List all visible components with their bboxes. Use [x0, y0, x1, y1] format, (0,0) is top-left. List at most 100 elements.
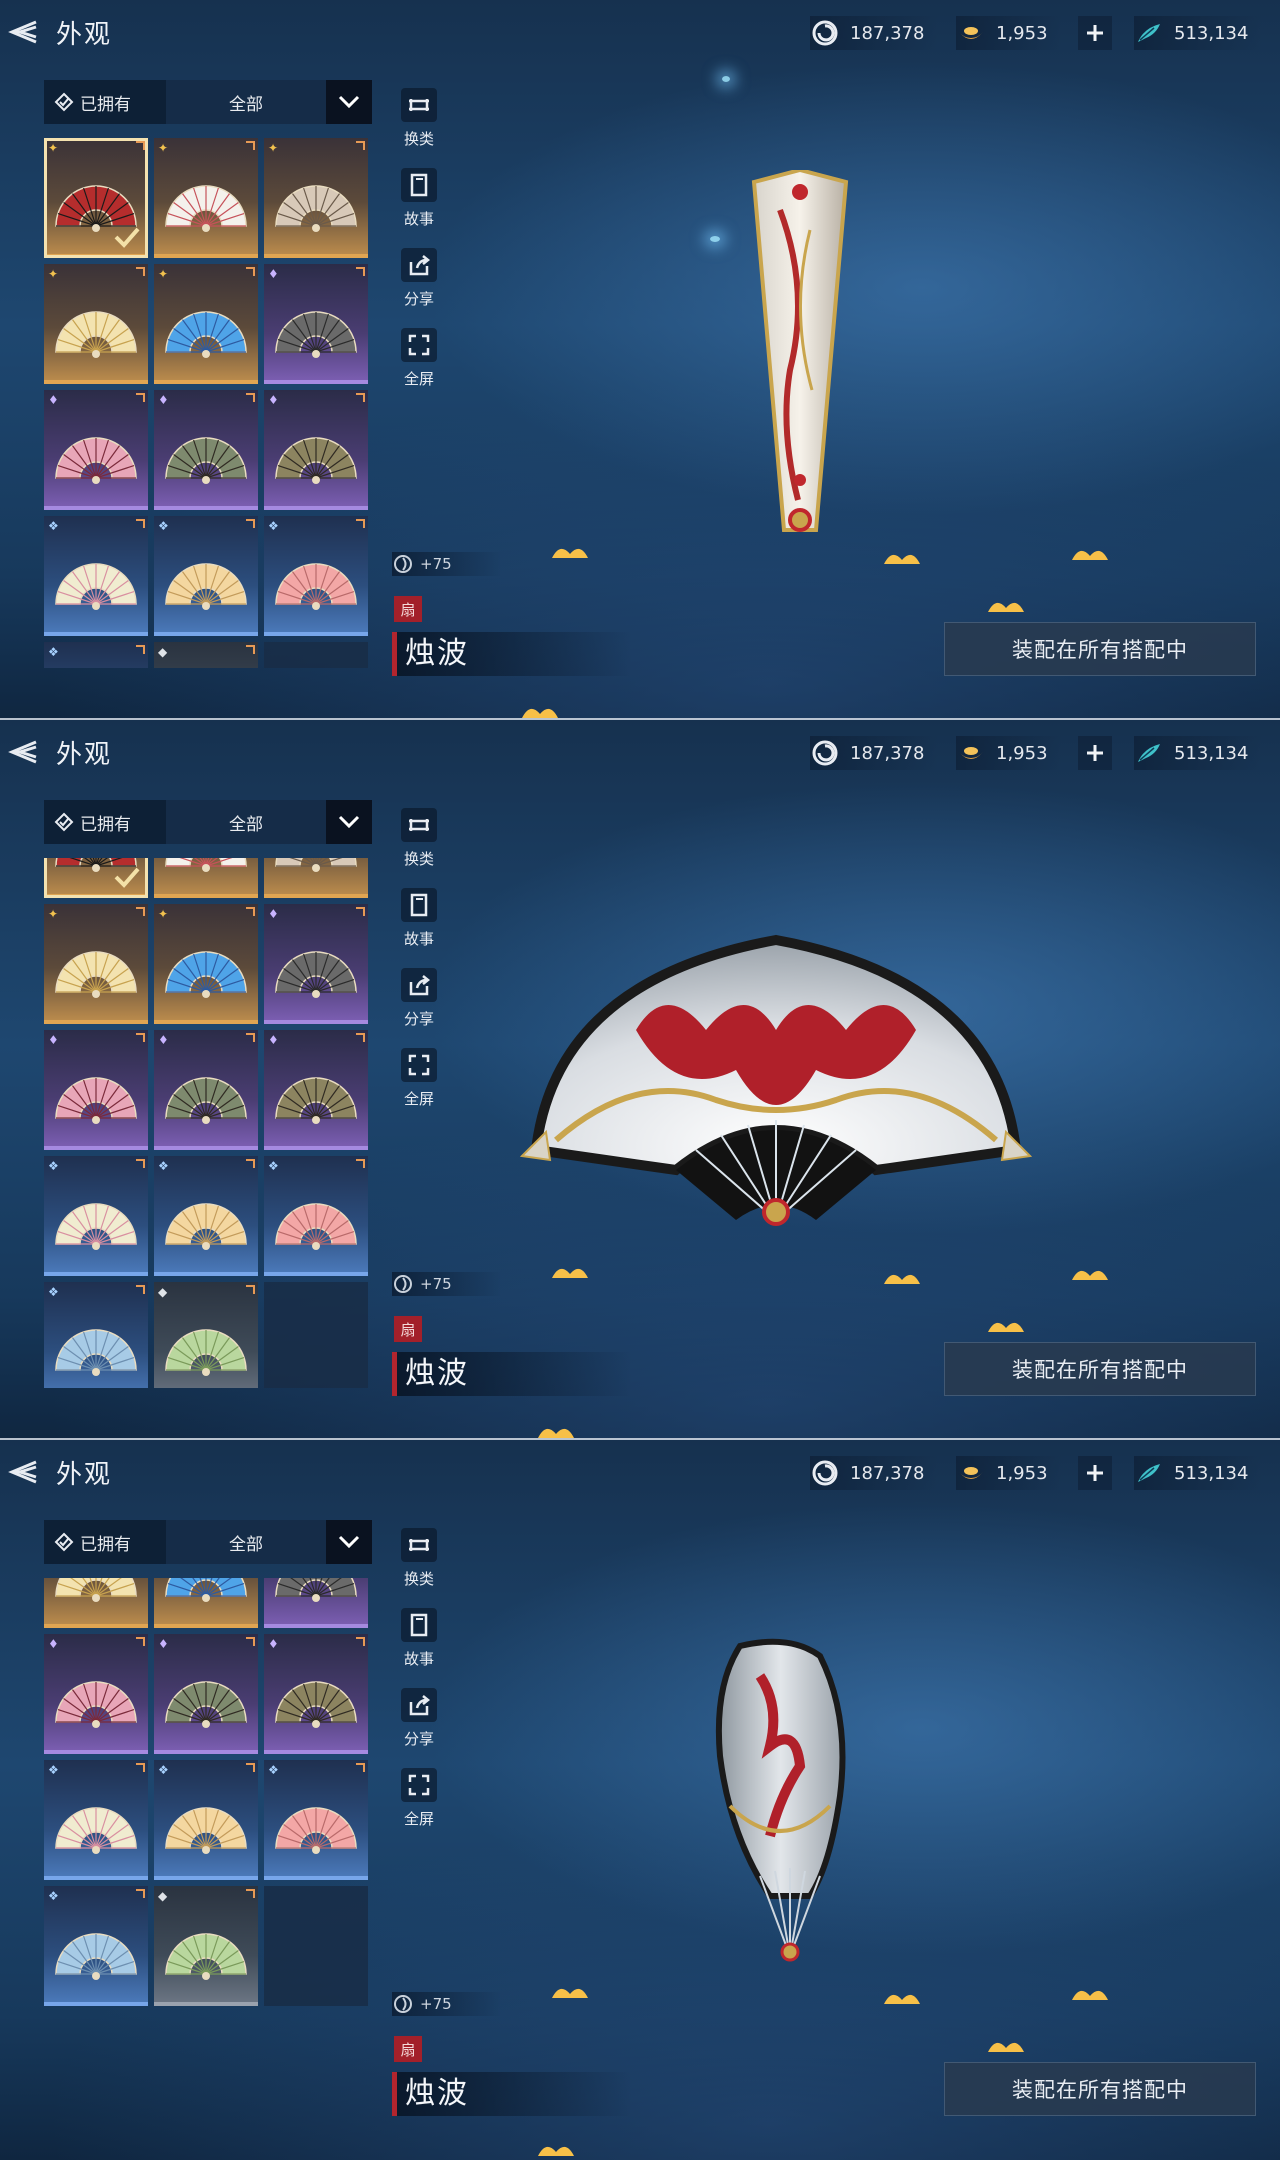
- fan-skin-tile[interactable]: ✦: [264, 858, 368, 898]
- fan-skin-tile[interactable]: ◆: [154, 1886, 258, 2006]
- fan-skin-tile[interactable]: ✦: [44, 264, 148, 384]
- fan-skin-tile[interactable]: ❖: [44, 1760, 148, 1880]
- story-book-icon: [401, 888, 437, 922]
- filter-bar: 已拥有 全部: [44, 800, 372, 844]
- rarity-star-icon: ♦: [268, 267, 279, 281]
- folding-fan-icon: [55, 1203, 137, 1250]
- fan-skin-tile[interactable]: ♦: [264, 390, 368, 510]
- fan-skin-tile[interactable]: ❖: [44, 1156, 148, 1276]
- light-orb: [722, 76, 730, 82]
- tool-swap-category[interactable]: 换类: [392, 88, 446, 149]
- corner-marker: [356, 141, 365, 150]
- lotus-light-icon: [988, 1322, 1024, 1332]
- fan-skin-tile[interactable]: ❖: [264, 516, 368, 636]
- back-arrow-icon[interactable]: [6, 734, 42, 770]
- corner-marker: [246, 267, 255, 276]
- fan-skin-tile[interactable]: ✦: [154, 264, 258, 384]
- fan-skin-tile[interactable]: ✦: [154, 858, 258, 898]
- fan-skin-tile[interactable]: ❖: [154, 1760, 258, 1880]
- fan-skin-tile[interactable]: ❖: [44, 516, 148, 636]
- lotus-light-icon: [538, 1428, 574, 1438]
- fan-skin-tile[interactable]: ❖: [154, 1156, 258, 1276]
- owned-filter-button[interactable]: 已拥有: [44, 1520, 166, 1564]
- fan-skin-tile[interactable]: ♦: [154, 1030, 258, 1150]
- rarity-star-icon: ✦: [48, 141, 59, 155]
- fan-skin-tile[interactable]: ♦: [44, 1030, 148, 1150]
- folding-fan-icon: [55, 1807, 137, 1854]
- filter-bar: 已拥有 全部: [44, 1520, 372, 1564]
- category-dropdown-button[interactable]: [326, 800, 372, 844]
- category-dropdown-button[interactable]: [326, 80, 372, 124]
- category-select[interactable]: 全部: [166, 1520, 326, 1564]
- tool-share[interactable]: 分享: [392, 968, 446, 1029]
- back-arrow-icon[interactable]: [6, 14, 42, 50]
- fan-skin-tile[interactable]: ✦: [44, 138, 148, 258]
- fan-skin-tile[interactable]: ❖: [264, 1760, 368, 1880]
- category-select[interactable]: 全部: [166, 800, 326, 844]
- fan-skin-tile[interactable]: ✦: [44, 858, 148, 898]
- fan-skin-tile[interactable]: ✦: [154, 1578, 258, 1628]
- tool-story[interactable]: 故事: [392, 1608, 446, 1669]
- corner-marker: [136, 141, 145, 150]
- fan-skin-tile[interactable]: ✦: [264, 138, 368, 258]
- jade-feather-amount: 513,134: [1174, 22, 1249, 44]
- equip-all-outfits-button[interactable]: 装配在所有搭配中: [944, 1342, 1256, 1396]
- share-label: 分享: [403, 1010, 434, 1028]
- owned-filter-button[interactable]: 已拥有: [44, 800, 166, 844]
- fan-skin-tile[interactable]: ❖: [264, 1156, 368, 1276]
- add-currency-button[interactable]: [1078, 1456, 1112, 1490]
- tool-fullscreen[interactable]: 全屏: [392, 1048, 446, 1109]
- spiral-coin-amount: 187,378: [850, 1462, 925, 1484]
- fan-skin-tile[interactable]: ❖: [44, 1282, 148, 1388]
- fan-skin-tile[interactable]: ♦: [44, 390, 148, 510]
- corner-marker: [246, 1637, 255, 1646]
- folding-fan-icon: [165, 1933, 247, 1980]
- tool-story[interactable]: 故事: [392, 888, 446, 949]
- equip-all-outfits-button[interactable]: 装配在所有搭配中: [944, 622, 1256, 676]
- fan-skin-tile[interactable]: ♦: [264, 1634, 368, 1754]
- fan-skin-tile[interactable]: ♦: [264, 904, 368, 1024]
- fullscreen-icon: [401, 328, 437, 362]
- category-dropdown-button[interactable]: [326, 1520, 372, 1564]
- fan-preview-side[interactable]: [700, 1636, 880, 1966]
- fan-skin-tile[interactable]: ✦: [44, 904, 148, 1024]
- tool-fullscreen[interactable]: 全屏: [392, 328, 446, 389]
- fan-skin-tile[interactable]: ♦: [264, 264, 368, 384]
- owned-filter-button[interactable]: 已拥有: [44, 80, 166, 124]
- fan-skin-tile[interactable]: ❖: [44, 1886, 148, 2006]
- rarity-star-icon: ♦: [158, 1637, 169, 1651]
- chevron-down-icon: [338, 1535, 360, 1549]
- fan-skin-tile[interactable]: ◆: [154, 1282, 258, 1388]
- tool-share[interactable]: 分享: [392, 1688, 446, 1749]
- fan-skin-tile[interactable]: ♦: [154, 1634, 258, 1754]
- fan-skin-tile[interactable]: ✦: [154, 138, 258, 258]
- tool-story[interactable]: 故事: [392, 168, 446, 229]
- rarity-star-icon: ✦: [48, 907, 59, 921]
- gold-ingot-amount: 1,953: [996, 1462, 1048, 1484]
- fan-preview-closed[interactable]: [740, 170, 860, 550]
- back-arrow-icon[interactable]: [6, 1454, 42, 1490]
- tool-swap-category[interactable]: 换类: [392, 1528, 446, 1589]
- folding-fan-icon: [55, 1933, 137, 1980]
- fan-preview-open[interactable]: [516, 920, 1036, 1240]
- fan-skin-tile[interactable]: ❖: [44, 642, 148, 668]
- folding-fan-icon: [275, 1077, 357, 1124]
- fan-skin-tile[interactable]: ♦: [154, 390, 258, 510]
- fan-skin-tile[interactable]: ✦: [44, 1578, 148, 1628]
- tool-fullscreen[interactable]: 全屏: [392, 1768, 446, 1829]
- fan-skin-tile[interactable]: ✦: [154, 904, 258, 1024]
- tool-share[interactable]: 分享: [392, 248, 446, 309]
- fan-skin-tile[interactable]: ◆: [154, 642, 258, 668]
- equip-all-outfits-button[interactable]: 装配在所有搭配中: [944, 2062, 1256, 2116]
- fan-skin-tile[interactable]: ♦: [44, 1634, 148, 1754]
- add-currency-button[interactable]: [1078, 16, 1112, 50]
- corner-marker: [246, 141, 255, 150]
- tool-swap-category[interactable]: 换类: [392, 808, 446, 869]
- corner-marker: [136, 1285, 145, 1294]
- add-currency-button[interactable]: [1078, 736, 1112, 770]
- item-type-badge: 扇: [394, 1316, 422, 1342]
- fan-skin-tile[interactable]: ♦: [264, 1578, 368, 1628]
- category-select[interactable]: 全部: [166, 80, 326, 124]
- fan-skin-tile[interactable]: ❖: [154, 516, 258, 636]
- fan-skin-tile[interactable]: ♦: [264, 1030, 368, 1150]
